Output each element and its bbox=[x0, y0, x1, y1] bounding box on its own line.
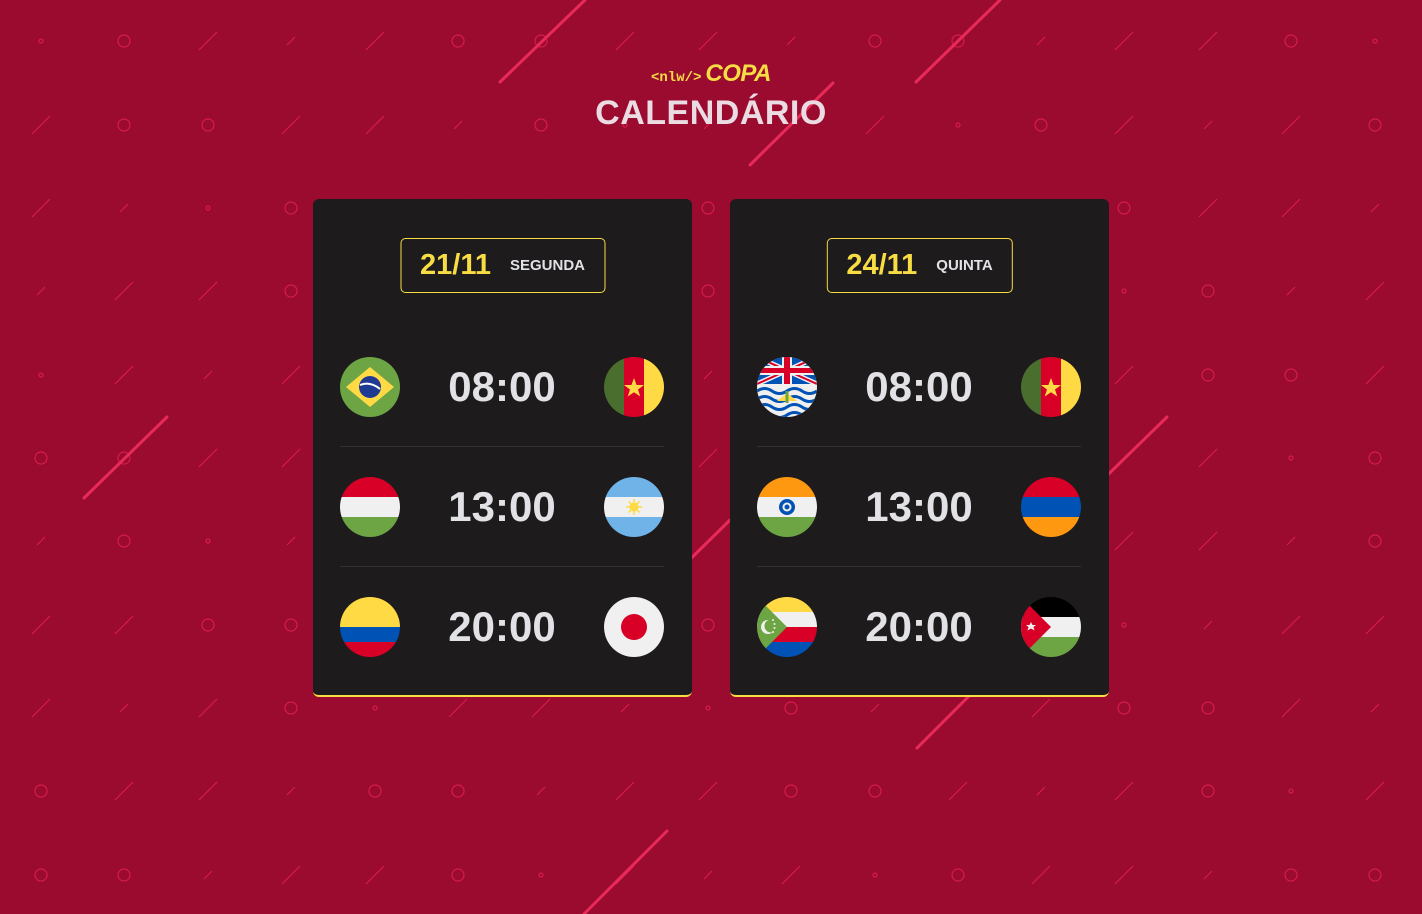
match-time: 13:00 bbox=[865, 482, 973, 530]
argentina-flag-icon bbox=[603, 476, 664, 537]
cameroon-flag-icon bbox=[603, 356, 664, 417]
logo-code: <nlw/> bbox=[651, 70, 702, 86]
cameroon-flag-icon bbox=[1020, 356, 1081, 417]
weekday-label: QUINTA bbox=[936, 257, 993, 274]
japan-flag-icon bbox=[603, 597, 664, 657]
match-row: 13:00 bbox=[757, 447, 1081, 567]
match-row: 13:00 bbox=[340, 447, 664, 567]
match-row: 08:00 bbox=[340, 327, 664, 447]
page-header: <nlw/> COPA CALENDÁRIO bbox=[0, 60, 1422, 133]
match-time: 08:00 bbox=[865, 362, 973, 410]
match-time: 20:00 bbox=[448, 603, 556, 650]
match-row: 20:00 bbox=[340, 567, 664, 687]
page-title: CALENDÁRIO bbox=[595, 94, 827, 132]
day-card-1: 21/11 SEGUNDA 08:00 13:00 20:00 bbox=[313, 199, 692, 697]
day-card-2: 24/11 QUINTA 08:00 13:00 20:00 bbox=[730, 199, 1109, 697]
colombia-flag-icon bbox=[340, 597, 400, 657]
hungary-flag-icon bbox=[340, 476, 400, 537]
india-flag-icon bbox=[757, 476, 817, 537]
match-row: 20:00 bbox=[757, 567, 1081, 687]
date-badge: 21/11 SEGUNDA bbox=[400, 238, 605, 293]
comoros-flag-icon bbox=[757, 597, 817, 657]
nlw-copa-logo: <nlw/> COPA bbox=[651, 60, 771, 88]
match-time: 20:00 bbox=[865, 603, 973, 650]
background-pattern bbox=[31, 0, 1385, 914]
british-indian-ocean-territory-flag-icon bbox=[757, 356, 817, 417]
match-time: 08:00 bbox=[448, 362, 556, 410]
jordan-flag-icon bbox=[1020, 597, 1081, 657]
logo-brand: COPA bbox=[705, 60, 771, 87]
weekday-label: SEGUNDA bbox=[509, 257, 585, 274]
brazil-flag-icon bbox=[340, 356, 400, 417]
date-number: 21/11 bbox=[420, 249, 491, 281]
match-row: 08:00 bbox=[757, 327, 1081, 447]
armenia-flag-icon bbox=[1020, 476, 1081, 537]
date-badge: 24/11 QUINTA bbox=[826, 238, 1013, 293]
match-time: 13:00 bbox=[448, 482, 556, 530]
date-number: 24/11 bbox=[846, 249, 918, 281]
